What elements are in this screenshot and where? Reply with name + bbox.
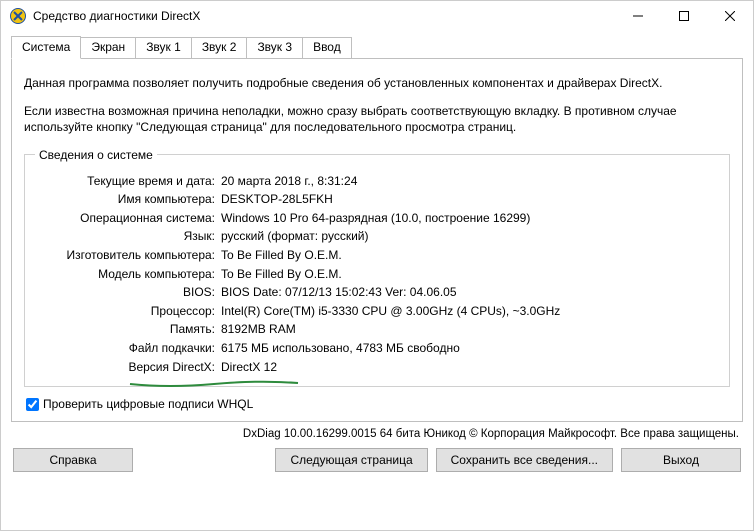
whql-checkbox[interactable]: [26, 398, 39, 411]
info-value: Windows 10 Pro 64-разрядная (10.0, постр…: [221, 209, 719, 228]
close-button[interactable]: [707, 1, 753, 31]
info-row: Язык:русский (формат: русский): [35, 227, 719, 246]
info-label: Память:: [35, 320, 221, 339]
info-label: Процессор:: [35, 302, 221, 321]
tab-input[interactable]: Ввод: [302, 37, 352, 60]
info-value: 8192MB RAM: [221, 320, 719, 339]
button-bar: Справка Следующая страница Сохранить все…: [11, 448, 743, 472]
info-row: BIOS:BIOS Date: 07/12/13 15:02:43 Ver: 0…: [35, 283, 719, 302]
info-value: 20 марта 2018 г., 8:31:24: [221, 172, 719, 191]
info-label: Модель компьютера:: [35, 265, 221, 284]
info-label: Изготовитель компьютера:: [35, 246, 221, 265]
info-row: Файл подкачки:6175 МБ использовано, 4783…: [35, 339, 719, 358]
info-row: Память:8192MB RAM: [35, 320, 719, 339]
info-value: To Be Filled By O.E.M.: [221, 246, 719, 265]
annotation-underline: [129, 380, 299, 390]
system-info-legend: Сведения о системе: [35, 148, 157, 162]
info-label: Версия DirectX:: [35, 358, 221, 377]
info-value: Intel(R) Core(TM) i5-3330 CPU @ 3.00GHz …: [221, 302, 719, 321]
info-value: DirectX 12: [221, 358, 719, 377]
tab-system[interactable]: Система: [11, 36, 81, 59]
dxdiag-icon: [9, 7, 27, 25]
whql-checkbox-row[interactable]: Проверить цифровые подписи WHQL: [26, 397, 730, 411]
tab-panel-system: Данная программа позволяет получить подр…: [11, 58, 743, 422]
info-value: 6175 МБ использовано, 4783 МБ свободно: [221, 339, 719, 358]
system-info-group: Сведения о системе Текущие время и дата:…: [24, 148, 730, 388]
info-label: Имя компьютера:: [35, 190, 221, 209]
info-value: BIOS Date: 07/12/13 15:02:43 Ver: 04.06.…: [221, 283, 719, 302]
info-value: DESKTOP-28L5FKH: [221, 190, 719, 209]
tab-sound2[interactable]: Звук 2: [191, 37, 248, 60]
info-row: Версия DirectX:DirectX 12: [35, 358, 719, 377]
info-value: To Be Filled By O.E.M.: [221, 265, 719, 284]
info-value: русский (формат: русский): [221, 227, 719, 246]
intro-text-2: Если известна возможная причина неполадк…: [24, 103, 730, 135]
info-label: Файл подкачки:: [35, 339, 221, 358]
intro-text-1: Данная программа позволяет получить подр…: [24, 75, 730, 91]
info-row: Изготовитель компьютера:To Be Filled By …: [35, 246, 719, 265]
help-button[interactable]: Справка: [13, 448, 133, 472]
info-label: Язык:: [35, 227, 221, 246]
next-page-button[interactable]: Следующая страница: [275, 448, 427, 472]
tab-sound1[interactable]: Звук 1: [135, 37, 192, 60]
tab-sound3[interactable]: Звук 3: [246, 37, 303, 60]
info-label: BIOS:: [35, 283, 221, 302]
copyright-line: DxDiag 10.00.16299.0015 64 бита Юникод ©…: [11, 428, 739, 440]
whql-label: Проверить цифровые подписи WHQL: [43, 397, 253, 411]
info-row: Модель компьютера:To Be Filled By O.E.M.: [35, 265, 719, 284]
titlebar: Средство диагностики DirectX: [1, 1, 753, 31]
info-label: Текущие время и дата:: [35, 172, 221, 191]
info-label: Операционная система:: [35, 209, 221, 228]
maximize-button[interactable]: [661, 1, 707, 31]
exit-button[interactable]: Выход: [621, 448, 741, 472]
tab-strip: Система Экран Звук 1 Звук 2 Звук 3 Ввод: [11, 35, 743, 58]
info-row: Процессор:Intel(R) Core(TM) i5-3330 CPU …: [35, 302, 719, 321]
minimize-button[interactable]: [615, 1, 661, 31]
info-row: Имя компьютера:DESKTOP-28L5FKH: [35, 190, 719, 209]
window-title: Средство диагностики DirectX: [33, 9, 200, 23]
info-row: Операционная система:Windows 10 Pro 64-р…: [35, 209, 719, 228]
save-all-button[interactable]: Сохранить все сведения...: [436, 448, 613, 472]
info-row: Текущие время и дата:20 марта 2018 г., 8…: [35, 172, 719, 191]
tab-display[interactable]: Экран: [80, 37, 136, 60]
